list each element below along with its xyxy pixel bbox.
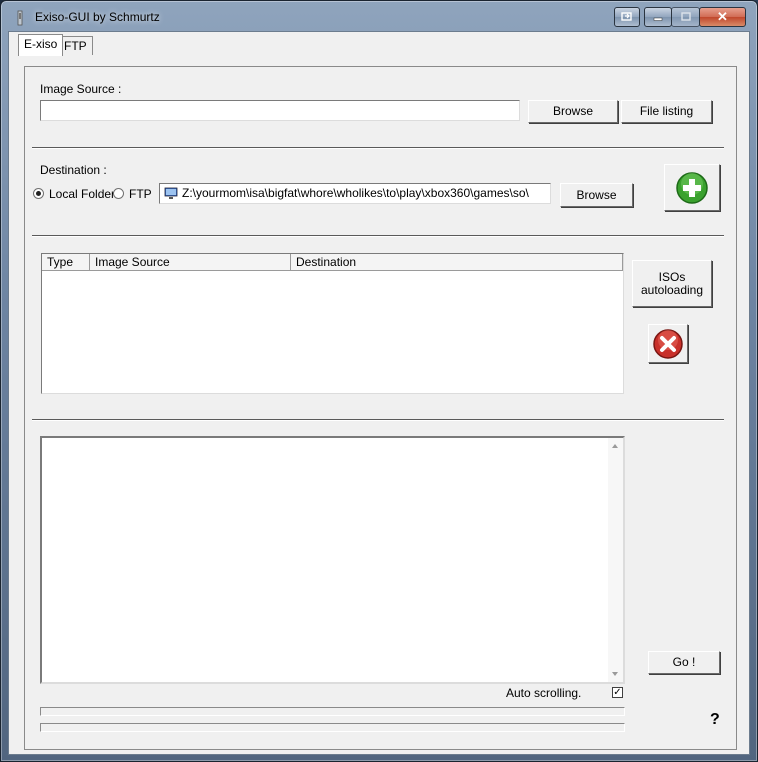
go-button[interactable]: Go !: [648, 651, 720, 674]
ftp-radio[interactable]: [113, 188, 124, 199]
isos-autoloading-button[interactable]: ISOs autoloading: [632, 260, 712, 307]
close-button[interactable]: ✕: [699, 7, 746, 27]
minimize-button[interactable]: [644, 7, 672, 27]
progress-bar-2: [40, 723, 625, 732]
local-folder-radio[interactable]: [33, 188, 44, 199]
restore-down-button[interactable]: [614, 7, 640, 27]
minimize-icon: [653, 17, 663, 21]
queue-list[interactable]: Type Image Source Destination: [41, 253, 624, 394]
tab-exiso[interactable]: E-xiso: [18, 34, 64, 56]
destination-path-text: Z:\yourmom\isa\bigfat\whore\wholikes\to\…: [182, 186, 529, 200]
file-listing-button[interactable]: File listing: [621, 100, 712, 123]
auto-scrolling-label: Auto scrolling.: [506, 686, 582, 700]
auto-scrolling-checkbox[interactable]: ✓: [612, 687, 623, 698]
remove-from-queue-button[interactable]: [648, 324, 688, 363]
log-output[interactable]: [40, 436, 625, 684]
column-header-image-source[interactable]: Image Source: [90, 254, 291, 271]
checkmark-icon: ✓: [613, 687, 622, 698]
client-area: E-xiso FTP Image Source : Browse File li…: [8, 31, 750, 755]
maximize-icon: [680, 12, 691, 21]
separator-1: [32, 147, 724, 149]
delete-x-icon: [653, 328, 683, 359]
image-source-input[interactable]: [40, 100, 520, 121]
scroll-up-icon[interactable]: [611, 443, 619, 449]
ftp-radio-label[interactable]: FTP: [129, 187, 152, 201]
destination-path-input[interactable]: Z:\yourmom\isa\bigfat\whore\wholikes\to\…: [159, 183, 551, 204]
close-icon: ✕: [717, 9, 728, 24]
network-drive-icon: [164, 187, 178, 199]
exiso-panel: Image Source : Browse File listing Desti…: [24, 66, 737, 750]
app-icon: [17, 10, 23, 26]
restore-down-icon: [621, 12, 632, 21]
destination-browse-button[interactable]: Browse: [560, 183, 633, 207]
progress-bar-1: [40, 707, 625, 716]
separator-2: [32, 235, 724, 237]
log-scrollbar[interactable]: [608, 438, 623, 682]
separator-3: [32, 419, 724, 421]
source-browse-button[interactable]: Browse: [528, 100, 618, 123]
maximize-button[interactable]: [671, 7, 700, 27]
destination-label: Destination :: [40, 163, 107, 177]
add-plus-icon: [676, 171, 708, 204]
window-title: Exiso-GUI by Schmurtz: [35, 10, 160, 24]
app-window: Exiso-GUI by Schmurtz ✕ E-xiso FTP Image…: [0, 0, 758, 762]
column-header-destination[interactable]: Destination: [291, 254, 623, 271]
help-button[interactable]: ?: [710, 711, 720, 729]
column-header-type[interactable]: Type: [42, 254, 90, 271]
scroll-down-icon[interactable]: [611, 671, 619, 677]
local-folder-label[interactable]: Local Folder: [49, 187, 115, 201]
image-source-label: Image Source :: [40, 82, 122, 96]
add-to-queue-button[interactable]: [664, 164, 720, 211]
